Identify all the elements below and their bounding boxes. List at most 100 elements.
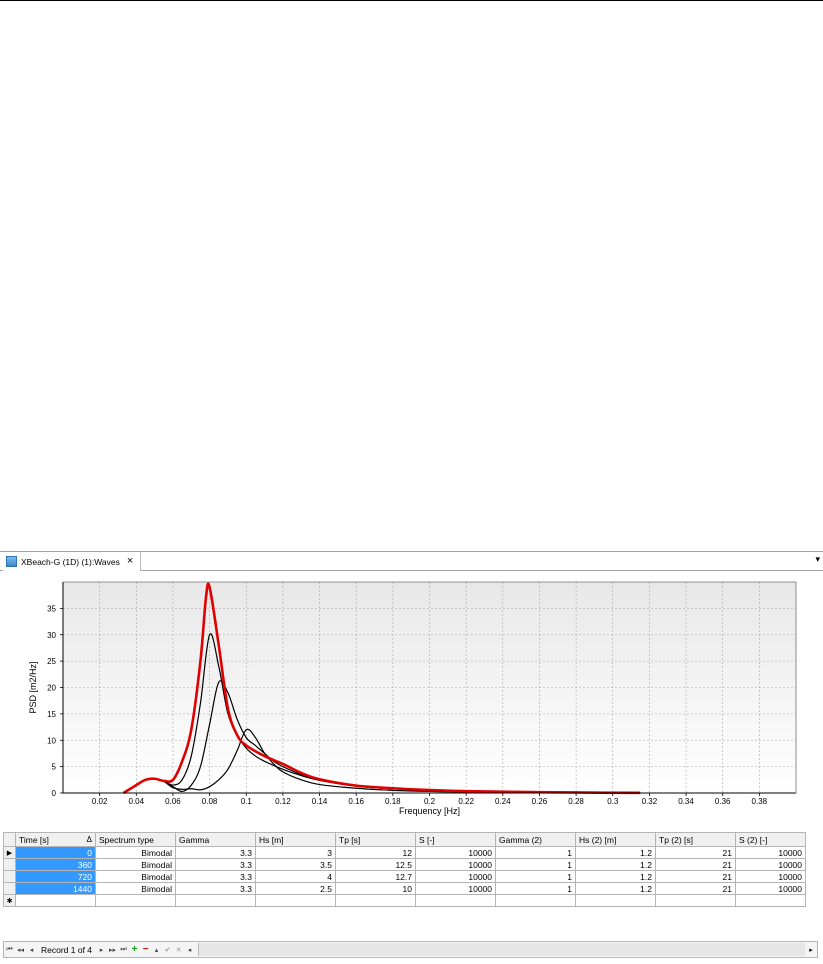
column-header-6[interactable]: S [-] — [415, 832, 496, 847]
new-row-cell[interactable] — [655, 894, 736, 907]
column-header-7[interactable]: Gamma (2) — [495, 832, 576, 847]
column-header-3[interactable]: Gamma — [175, 832, 256, 847]
table-cell[interactable]: 1.2 — [575, 882, 656, 895]
close-icon[interactable]: × — [127, 556, 133, 567]
end-edit-button[interactable]: ✔ — [162, 946, 173, 954]
table-cell[interactable]: 3.3 — [175, 858, 256, 871]
tab-menu-dropdown-icon[interactable]: ▾ — [815, 555, 820, 564]
table-cell[interactable]: Bimodal — [95, 858, 176, 871]
tab-strip: XBeach-G (1D) (1):Waves × ▾ — [0, 551, 823, 571]
x-tick-label: 0.28 — [568, 797, 584, 806]
table-cell[interactable]: 3 — [255, 846, 336, 859]
table-cell[interactable]: 3.3 — [175, 870, 256, 883]
previous-page-button[interactable]: ◂◂ — [15, 946, 26, 954]
table-cell[interactable]: 10000 — [735, 846, 806, 859]
table-cell[interactable]: 10000 — [415, 870, 496, 883]
x-tick-label: 0.12 — [275, 797, 291, 806]
horizontal-scrollbar[interactable] — [198, 943, 805, 956]
append-record-button[interactable]: + — [129, 944, 140, 955]
table-cell[interactable]: 1.2 — [575, 858, 656, 871]
table-cell[interactable]: 1 — [495, 858, 576, 871]
table-row[interactable]: ▶ 0 Bimodal 3.3 3 12 10000 1 1.2 21 10000 — [3, 846, 806, 859]
new-row-cell[interactable] — [415, 894, 496, 907]
table-cell[interactable]: 2.5 — [255, 882, 336, 895]
table-cell[interactable]: 720 — [15, 870, 96, 883]
previous-record-button[interactable]: ◂ — [26, 946, 37, 954]
table-cell[interactable]: 21 — [655, 858, 736, 871]
cancel-edit-button[interactable]: ✕ — [173, 946, 184, 954]
table-cell[interactable]: 21 — [655, 846, 736, 859]
new-row-cell[interactable] — [15, 894, 96, 907]
table-cell[interactable]: 360 — [15, 858, 96, 871]
table-cell[interactable]: 10 — [335, 882, 416, 895]
waves-data-grid: Time [s] Δ Spectrum type Gamma Hs [m] Tp [s] S… — [3, 832, 818, 942]
psd-chart-svg: 0.02 0.04 0.06 0.08 0.1 0.12 0.14 0.16 0.18 0.2 0.… — [28, 581, 797, 816]
new-row-cell[interactable] — [495, 894, 576, 907]
table-cell[interactable]: 1440 — [15, 882, 96, 895]
table-cell[interactable]: Bimodal — [95, 882, 176, 895]
next-page-button[interactable]: ▸▸ — [107, 946, 118, 954]
new-row-cell[interactable] — [335, 894, 416, 907]
new-row-cell[interactable] — [255, 894, 336, 907]
column-header-label: S [-] — [419, 834, 435, 845]
row-selector[interactable] — [3, 882, 16, 895]
x-tick-label: 0.04 — [129, 797, 145, 806]
column-header-10[interactable]: S (2) [-] — [735, 832, 806, 847]
table-cell[interactable]: 10000 — [415, 858, 496, 871]
table-cell[interactable]: 3.3 — [175, 846, 256, 859]
table-row[interactable]: 360 Bimodal 3.3 3.5 12.5 10000 1 1.2 21 10000 — [3, 858, 806, 871]
row-selector[interactable] — [3, 858, 16, 871]
table-cell[interactable]: 10000 — [735, 882, 806, 895]
y-tick-label: 20 — [47, 684, 56, 693]
scroll-left-button[interactable]: ◂ — [184, 946, 195, 954]
tab-waves[interactable]: XBeach-G (1D) (1):Waves × — [3, 552, 141, 571]
table-cell[interactable]: Bimodal — [95, 870, 176, 883]
table-cell[interactable]: 12.5 — [335, 858, 416, 871]
table-cell[interactable]: 1 — [495, 870, 576, 883]
column-header-5[interactable]: Tp [s] — [335, 832, 416, 847]
new-row-cell[interactable] — [95, 894, 176, 907]
table-cell[interactable]: 1.2 — [575, 846, 656, 859]
table-cell[interactable]: 3.3 — [175, 882, 256, 895]
table-cell[interactable]: 10000 — [735, 870, 806, 883]
first-record-button[interactable]: ⏮ — [4, 946, 15, 954]
table-cell[interactable]: 1 — [495, 846, 576, 859]
table-cell[interactable]: 1.2 — [575, 870, 656, 883]
y-tick-label: 10 — [47, 736, 56, 745]
new-row-cell[interactable] — [735, 894, 806, 907]
table-cell[interactable]: 1 — [495, 882, 576, 895]
table-cell[interactable]: 4 — [255, 870, 336, 883]
x-tick-label: 0.1 — [241, 797, 253, 806]
x-tick-label: 0.06 — [165, 797, 181, 806]
table-cell[interactable]: 21 — [655, 870, 736, 883]
column-header-4[interactable]: Hs [m] — [255, 832, 336, 847]
table-row[interactable]: 720 Bimodal 3.3 4 12.7 10000 1 1.2 21 10000 — [3, 870, 806, 883]
table-cell[interactable]: 10000 — [415, 882, 496, 895]
table-cell[interactable]: 3.5 — [255, 858, 336, 871]
table-cell[interactable]: 10000 — [415, 846, 496, 859]
table-cell[interactable]: 21 — [655, 882, 736, 895]
table-row[interactable]: 1440 Bimodal 3.3 2.5 10 10000 1 1.2 21 10000 — [3, 882, 806, 895]
table-cell[interactable]: 0 — [15, 846, 96, 859]
waves-table: Time [s] Δ Spectrum type Gamma Hs [m] Tp [s] S… — [3, 832, 806, 907]
row-selector[interactable] — [3, 870, 16, 883]
row-selector[interactable]: ▶ — [3, 846, 16, 859]
table-cell[interactable]: 12.7 — [335, 870, 416, 883]
new-row-cell[interactable] — [175, 894, 256, 907]
table-cell[interactable]: 12 — [335, 846, 416, 859]
next-record-button[interactable]: ▸ — [96, 946, 107, 954]
column-header-8[interactable]: Hs (2) [m] — [575, 832, 656, 847]
remove-record-button[interactable]: − — [140, 944, 151, 955]
table-cell[interactable]: 10000 — [735, 858, 806, 871]
new-row-marker: ✱ — [3, 894, 16, 907]
new-row-cell[interactable] — [575, 894, 656, 907]
new-row[interactable]: ✱ — [3, 894, 806, 907]
edit-record-button[interactable]: ▴ — [151, 946, 162, 954]
column-header-2[interactable]: Spectrum type — [95, 832, 176, 847]
column-header-9[interactable]: Tp (2) [s] — [655, 832, 736, 847]
scroll-right-button[interactable]: ▸ — [805, 946, 817, 954]
tab-label: XBeach-G (1D) (1):Waves — [21, 556, 120, 567]
last-record-button[interactable]: ⏭ — [118, 946, 129, 954]
table-cell[interactable]: Bimodal — [95, 846, 176, 859]
column-header-1[interactable]: Time [s] Δ — [15, 832, 96, 847]
